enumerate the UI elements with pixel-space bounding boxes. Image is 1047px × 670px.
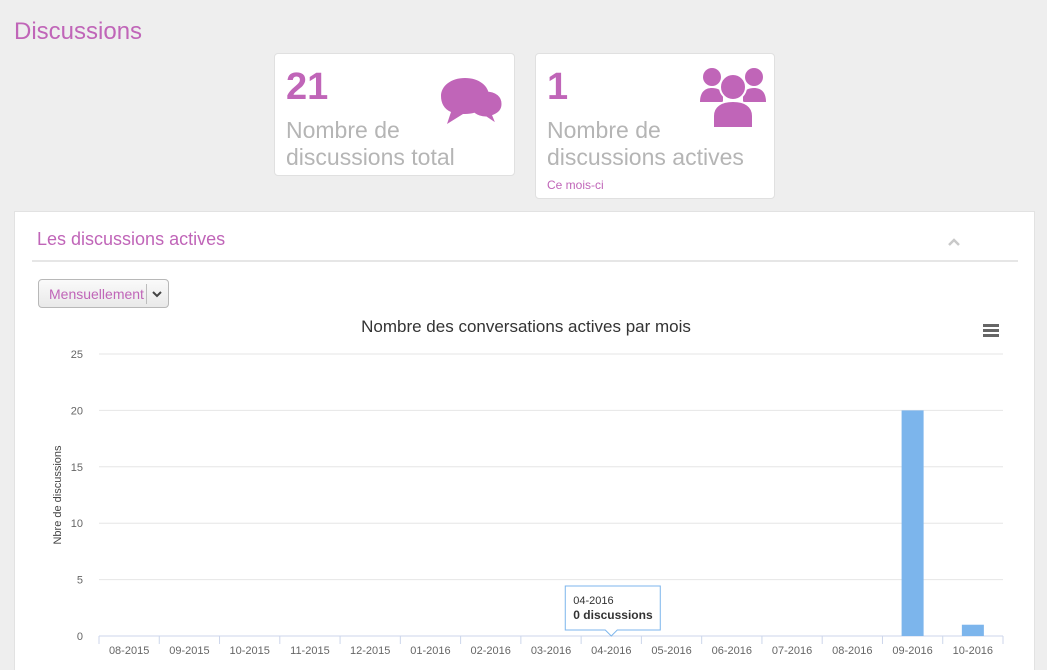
- x-tick-label: 05-2016: [651, 645, 691, 657]
- bar: [961, 624, 984, 636]
- page-title: Discussions: [14, 18, 143, 45]
- bar: [901, 410, 924, 636]
- x-tick-label: 11-2015: [290, 645, 330, 657]
- y-tick-label: 0: [77, 631, 83, 643]
- stat-card-active: 1 Nombre de discussions actives Ce mois-…: [535, 53, 775, 199]
- stat-active-number: 1: [547, 66, 569, 108]
- y-tick-label: 10: [71, 518, 83, 530]
- x-tick-label: 03-2016: [531, 645, 571, 657]
- hamburger-menu-icon[interactable]: [983, 324, 999, 337]
- chart-title: Nombre des conversations actives par moi…: [361, 317, 691, 336]
- comments-icon: [439, 74, 505, 137]
- x-tick-label: 06-2016: [712, 645, 752, 657]
- y-tick-label: 25: [71, 349, 83, 361]
- active-discussions-chart: Nombre des conversations actives par moi…: [52, 317, 1004, 657]
- active-discussions-panel: Les discussions actives Mensuellement No…: [14, 211, 1035, 670]
- stat-active-period: Ce mois-ci: [547, 178, 604, 192]
- x-tick-label: 08-2016: [832, 645, 872, 657]
- tooltip-value: 0 discussions: [573, 608, 653, 622]
- x-tick-label: 10-2016: [953, 645, 993, 657]
- x-tick-label: 08-2015: [109, 645, 149, 657]
- x-tick-label: 12-2015: [350, 645, 390, 657]
- x-tick-label: 02-2016: [471, 645, 511, 657]
- tooltip-category: 04-2016: [573, 595, 613, 607]
- x-tick-label: 09-2016: [892, 645, 932, 657]
- y-tick-label: 5: [77, 575, 83, 587]
- x-tick-label: 09-2015: [169, 645, 209, 657]
- x-tick-label: 10-2015: [229, 645, 269, 657]
- x-tick-label: 04-2016: [591, 645, 631, 657]
- y-tick-label: 15: [71, 462, 83, 474]
- y-axis-label: Nbre de discussions: [52, 445, 64, 545]
- users-icon: [699, 66, 767, 135]
- x-tick-label: 07-2016: [772, 645, 812, 657]
- stat-card-total: 21 Nombre de discussions total: [274, 53, 515, 176]
- x-tick-label: 01-2016: [410, 645, 450, 657]
- stat-total-number: 21: [286, 66, 329, 108]
- y-tick-label: 20: [71, 405, 83, 417]
